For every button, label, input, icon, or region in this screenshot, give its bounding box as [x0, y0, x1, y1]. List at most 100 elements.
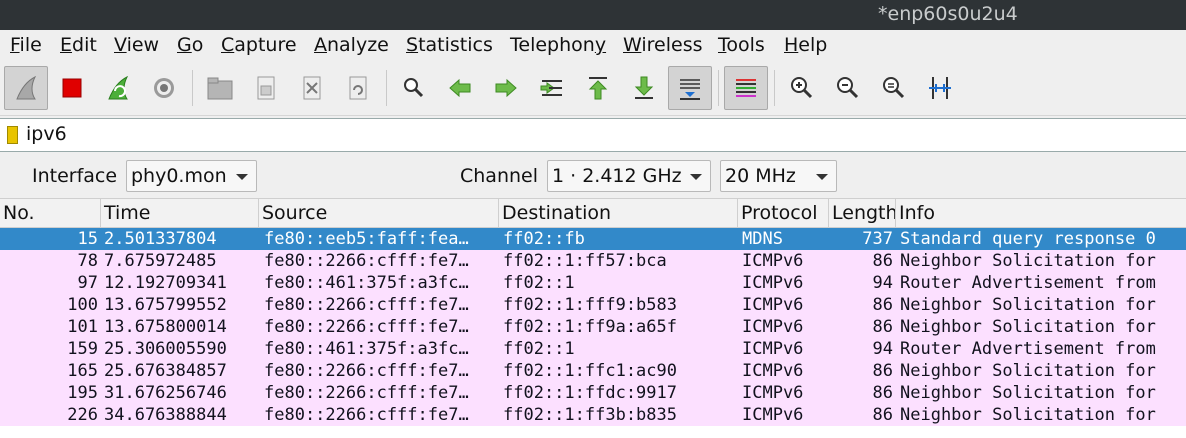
menu-capture[interactable]: Capture [221, 34, 297, 56]
packet-cell-info: Neighbor Solicitation for [900, 405, 1156, 425]
restart-icon [108, 75, 129, 100]
zoom-in-button[interactable] [780, 66, 824, 110]
packet-row[interactable]: 159 25.306005590 fe80::461:375f:a3fc… ff02:… [0, 338, 1186, 360]
column-header-time[interactable]: Time [101, 199, 259, 227]
menu-wireless[interactable]: Wireless [623, 34, 703, 56]
resize-columns-button[interactable] [918, 66, 962, 110]
packet-cell-no: 15 [77, 229, 98, 249]
go-forward-icon [495, 78, 517, 98]
interface-select[interactable]: phy0.mon [126, 160, 257, 192]
save-file-button[interactable] [244, 66, 288, 110]
stop-capture-button[interactable] [50, 66, 94, 110]
menu-label: dit [72, 34, 97, 56]
menu-file[interactable]: File [10, 34, 42, 56]
packet-cell-no: 226 [67, 405, 98, 425]
menu-edit[interactable]: Edit [60, 34, 97, 56]
zoom-out-button[interactable] [826, 66, 870, 110]
packet-row[interactable]: 15 2.501337804 fe80::eeb5:faff:fea… ff02::f… [0, 228, 1186, 250]
packet-cell-info: Standard query response 0 [900, 229, 1156, 249]
gear-icon [154, 78, 174, 98]
menu-analyze[interactable]: Analyze [314, 34, 389, 56]
column-header-source[interactable]: Source [259, 199, 499, 227]
first-packet-button[interactable] [576, 66, 620, 110]
go-back-button[interactable] [438, 66, 482, 110]
packet-cell-time: 25.676384857 [104, 361, 227, 381]
packet-cell-no: 97 [77, 273, 98, 293]
packet-cell-proto: ICMPv6 [742, 383, 804, 403]
packet-cell-time: 13.675799552 [104, 295, 227, 315]
channel-select[interactable]: 1 · 2.412 GHz [547, 160, 711, 192]
packet-list[interactable]: 15 2.501337804 fe80::eeb5:faff:fea… ff02::f… [0, 228, 1186, 438]
zoom-in-icon [791, 77, 813, 99]
packet-row[interactable]: 195 31.676256746 fe80::2266:cfff:fe7… ff02:… [0, 382, 1186, 404]
start-capture-button[interactable] [4, 66, 48, 110]
go-to-packet-button[interactable] [530, 66, 574, 110]
display-filter-input[interactable]: ipv6 [26, 123, 67, 145]
packet-row[interactable]: 78 7.675972485 fe80::2266:cfff:fe7… ff02::1… [0, 250, 1186, 272]
packet-cell-time: 31.676256746 [104, 383, 227, 403]
menu-view[interactable]: View [114, 34, 159, 56]
menu-go[interactable]: Go [177, 34, 203, 56]
menu-label: tatistics [418, 34, 493, 56]
column-header-protocol[interactable]: Protocol [738, 199, 829, 227]
close-file-button[interactable] [290, 66, 334, 110]
channel-value: 1 · 2.412 GHz [552, 165, 682, 187]
colorize-button[interactable] [724, 66, 768, 110]
find-icon [404, 78, 424, 98]
menu-telephony[interactable]: Telephony [510, 34, 606, 56]
menu-accel: H [784, 34, 799, 56]
packet-cell-info: Neighbor Solicitation for [900, 361, 1156, 381]
toolbar-separator [386, 70, 387, 106]
last-packet-button[interactable] [622, 66, 666, 110]
display-filter-bar[interactable]: ipv6 [0, 118, 1186, 152]
packet-cell-time: 12.192709341 [104, 273, 227, 293]
bookmark-icon[interactable] [7, 126, 18, 144]
menu-label: ireless [641, 34, 703, 56]
menu-tools[interactable]: Tools [718, 34, 765, 56]
restart-capture-button[interactable] [96, 66, 140, 110]
chevron-down-icon [690, 174, 702, 180]
packet-cell-src: fe80::2266:cfff:fe7… [264, 251, 469, 271]
menu-help[interactable]: Help [784, 34, 827, 56]
menu-accel: G [177, 34, 192, 56]
packet-cell-len: 86 [872, 295, 893, 315]
packet-row[interactable]: 101 13.675800014 fe80::2266:cfff:fe7… ff02:… [0, 316, 1186, 338]
normal-size-button[interactable] [872, 66, 916, 110]
interface-label: Interface [32, 165, 118, 187]
column-header-destination[interactable]: Destination [499, 199, 738, 227]
column-header-no[interactable]: No. [0, 199, 101, 227]
interface-value: phy0.mon [131, 165, 227, 187]
packet-row[interactable]: 226 34.676388844 fe80::2266:cfff:fe7… ff02:… [0, 404, 1186, 426]
chevron-down-icon [236, 174, 248, 180]
menu-statistics[interactable]: Statistics [406, 34, 493, 56]
packet-cell-len: 86 [872, 361, 893, 381]
packet-cell-dst: ff02::1:fff9:b583 [503, 295, 677, 315]
packet-cell-no: 101 [67, 317, 98, 337]
menu-label: Telephon [510, 34, 595, 56]
menu-accel: C [221, 34, 235, 56]
packet-cell-proto: ICMPv6 [742, 317, 804, 337]
open-file-button[interactable] [198, 66, 242, 110]
menu-label: iew [126, 34, 160, 56]
packet-cell-time: 7.675972485 [104, 251, 217, 271]
packet-cell-dst: ff02::1:ffdc:9917 [503, 383, 677, 403]
capture-options-button[interactable] [142, 66, 186, 110]
packet-row[interactable]: 100 13.675799552 fe80::2266:cfff:fe7… ff02:… [0, 294, 1186, 316]
reload-file-button[interactable] [336, 66, 380, 110]
go-forward-button[interactable] [484, 66, 528, 110]
autoscroll-button[interactable] [668, 66, 712, 110]
packet-cell-info: Neighbor Solicitation for [900, 383, 1156, 403]
packet-row[interactable]: 165 25.676384857 fe80::2266:cfff:fe7… ff02:… [0, 360, 1186, 382]
column-header-length[interactable]: Length [829, 199, 896, 227]
column-header-info[interactable]: Info [896, 199, 1186, 227]
menu-label: nalyze [327, 34, 389, 56]
packet-cell-len: 86 [872, 251, 893, 271]
menu-label: ools [726, 34, 765, 56]
resize-columns-icon [929, 77, 951, 99]
channel-width-select[interactable]: 20 MHz [720, 160, 837, 192]
menu-accel: y [594, 34, 607, 56]
wireless-toolbar: Interface phy0.mon Channel 1 · 2.412 GHz… [0, 155, 1186, 197]
find-packet-button[interactable] [392, 66, 436, 110]
save-file-icon [257, 76, 275, 100]
packet-row[interactable]: 97 12.192709341 fe80::461:375f:a3fc… ff02::… [0, 272, 1186, 294]
